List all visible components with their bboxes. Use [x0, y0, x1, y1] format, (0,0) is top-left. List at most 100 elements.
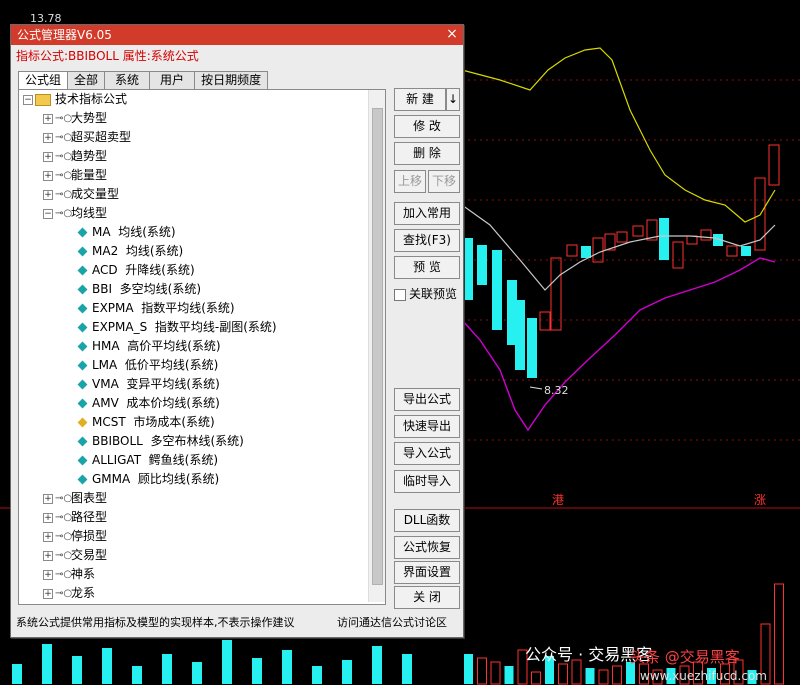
candle — [550, 257, 562, 331]
checkbox-box[interactable] — [394, 288, 406, 301]
tree-group[interactable]: + ⊸○图表型 — [43, 489, 107, 508]
candle — [659, 218, 669, 260]
tab-by-date[interactable]: 按日期频度 — [194, 71, 269, 89]
new-button[interactable]: 新 建 — [394, 88, 446, 111]
tree-group[interactable]: + ⊸○停损型 — [43, 527, 107, 546]
expand-icon[interactable]: + — [43, 512, 53, 523]
tree-scrollbar[interactable] — [368, 90, 385, 602]
dll-function-button[interactable]: DLL函数 — [394, 509, 460, 532]
quick-export-button[interactable]: 快速导出 — [394, 415, 460, 438]
tree-group[interactable]: + ⊸○能量型 — [43, 166, 107, 185]
tree-group[interactable]: + ⊸○成交量型 — [43, 185, 119, 204]
tree-group[interactable]: + ⊸○超买超卖型 — [43, 128, 131, 147]
tab-system[interactable]: 系统 — [104, 71, 151, 89]
tree-formula-item[interactable]: MA 均线(系统) — [75, 223, 176, 242]
tree-formula-item[interactable]: MCST 市场成本(系统) — [75, 413, 215, 432]
tree-group[interactable]: + ⊸○交易型 — [43, 546, 107, 565]
volume-bar — [132, 666, 142, 684]
forum-link[interactable]: 访问通达信公式讨论区 — [337, 614, 447, 630]
export-formula-button[interactable]: 导出公式 — [394, 388, 460, 411]
key-icon: ⊸○ — [55, 493, 73, 504]
expand-icon[interactable]: + — [43, 170, 53, 181]
expand-icon[interactable]: + — [43, 132, 53, 143]
candle — [539, 311, 551, 331]
temp-import-button[interactable]: 临时导入 — [394, 470, 460, 493]
candle — [492, 250, 502, 330]
tab-formula-group[interactable]: 公式组 — [18, 71, 69, 90]
tree-formula-item[interactable]: GMMA 顾比均线(系统) — [75, 470, 219, 489]
tree-formula-item[interactable]: AMV 成本价均线(系统) — [75, 394, 220, 413]
mid-band-line — [461, 204, 776, 291]
scroll-thumb[interactable] — [372, 108, 383, 585]
restore-formula-button[interactable]: 公式恢复 — [394, 536, 460, 559]
tree-group[interactable]: + ⊸○神系 — [43, 565, 95, 584]
find-button[interactable]: 查找(F3) — [394, 229, 460, 252]
formula-code: MA — [92, 225, 111, 239]
tree-formula-item[interactable]: EXPMA 指数平均线(系统) — [75, 299, 235, 318]
tree-formula-item[interactable]: ACD 升降线(系统) — [75, 261, 195, 280]
formula-diamond-icon — [77, 360, 88, 371]
collapse-icon[interactable]: − — [23, 94, 33, 105]
move-up-button[interactable]: 上移 — [394, 170, 426, 193]
delete-button[interactable]: 删 除 — [394, 142, 460, 165]
volume-bar — [585, 668, 595, 684]
tree-formula-item[interactable]: LMA 低价平均线(系统) — [75, 356, 218, 375]
tree-formula-item[interactable]: EXPMA_S 指数平均线-副图(系统) — [75, 318, 277, 337]
formula-code: BBIBOLL — [92, 434, 143, 448]
import-formula-button[interactable]: 导入公式 — [394, 442, 460, 465]
expand-icon[interactable]: + — [43, 113, 53, 124]
tree-formula-item[interactable]: VMA 变异平均线(系统) — [75, 375, 220, 394]
formula-name: 均线(系统) — [125, 244, 184, 258]
expand-icon[interactable]: + — [43, 531, 53, 542]
formula-code: BBI — [92, 282, 113, 296]
candle — [616, 231, 628, 243]
key-icon: ⊸○ — [55, 531, 73, 542]
formula-code: EXPMA_S — [92, 320, 148, 334]
volume-bar — [312, 666, 322, 684]
expand-icon[interactable]: + — [43, 493, 53, 504]
modify-button[interactable]: 修 改 — [394, 115, 460, 138]
key-icon: ⊸○ — [55, 512, 73, 523]
tab-all[interactable]: 全部 — [67, 71, 106, 89]
tree-formula-item[interactable]: BBIBOLL 多空布林线(系统) — [75, 432, 244, 451]
tree-formula-item[interactable]: MA2 均线(系统) — [75, 242, 183, 261]
move-down-button[interactable]: 下移 — [428, 170, 460, 193]
tree-formula-item[interactable]: HMA 高价平均线(系统) — [75, 337, 221, 356]
tree-group[interactable]: + ⊸○趋势型 — [43, 147, 107, 166]
key-icon: ⊸○ — [55, 569, 73, 580]
collapse-icon[interactable]: − — [43, 208, 53, 219]
preview-button[interactable]: 预 览 — [394, 256, 460, 279]
key-icon: ⊸○ — [55, 189, 73, 200]
tab-user[interactable]: 用户 — [149, 71, 196, 89]
volume-bar — [342, 660, 352, 684]
group-label: 交易型 — [71, 548, 108, 562]
close-button[interactable]: 关 闭 — [394, 586, 460, 609]
close-icon[interactable]: × — [445, 27, 459, 41]
tree-formula-item[interactable]: BBI 多空均线(系统) — [75, 280, 201, 299]
group-label: 趋势型 — [71, 149, 108, 163]
tree-root-label: 技术指标公式 — [55, 92, 128, 106]
tree-group-expanded[interactable]: − ⊸○均线型 — [43, 204, 107, 223]
expand-icon[interactable]: + — [43, 151, 53, 162]
tree-root[interactable]: − 技术指标公式 — [23, 90, 127, 109]
expand-icon[interactable]: + — [43, 550, 53, 561]
formula-tree[interactable]: − 技术指标公式 + ⊸○大势型 + ⊸○超买超卖型 + ⊸○趋势型 + ⊸○能量型 + ⊸○成交量型… — [18, 89, 386, 605]
expand-icon[interactable]: + — [43, 189, 53, 200]
expand-icon[interactable]: + — [43, 569, 53, 580]
add-common-button[interactable]: 加入常用 — [394, 202, 460, 225]
tree-group[interactable]: + ⊸○大势型 — [43, 109, 107, 128]
ui-settings-button[interactable]: 界面设置 — [394, 561, 460, 584]
formula-diamond-icon — [77, 379, 88, 390]
tree-formula-item[interactable]: ALLIGAT 鳄鱼线(系统) — [75, 451, 218, 470]
formula-name: 指数平均线-副图(系统) — [154, 320, 277, 334]
tree-group[interactable]: + ⊸○龙系 — [43, 584, 95, 603]
linked-preview-checkbox[interactable]: 关联预览 — [394, 285, 457, 302]
new-dropdown-button[interactable]: ↓ — [446, 88, 460, 111]
expand-icon[interactable]: + — [43, 588, 53, 599]
watermark-2: 头条 @交易黑客 — [630, 648, 740, 666]
volume-bar — [252, 658, 262, 684]
tree-group[interactable]: + ⊸○路径型 — [43, 508, 107, 527]
key-icon: ⊸○ — [55, 151, 73, 162]
formula-diamond-icon — [77, 474, 88, 485]
candle — [527, 318, 537, 378]
